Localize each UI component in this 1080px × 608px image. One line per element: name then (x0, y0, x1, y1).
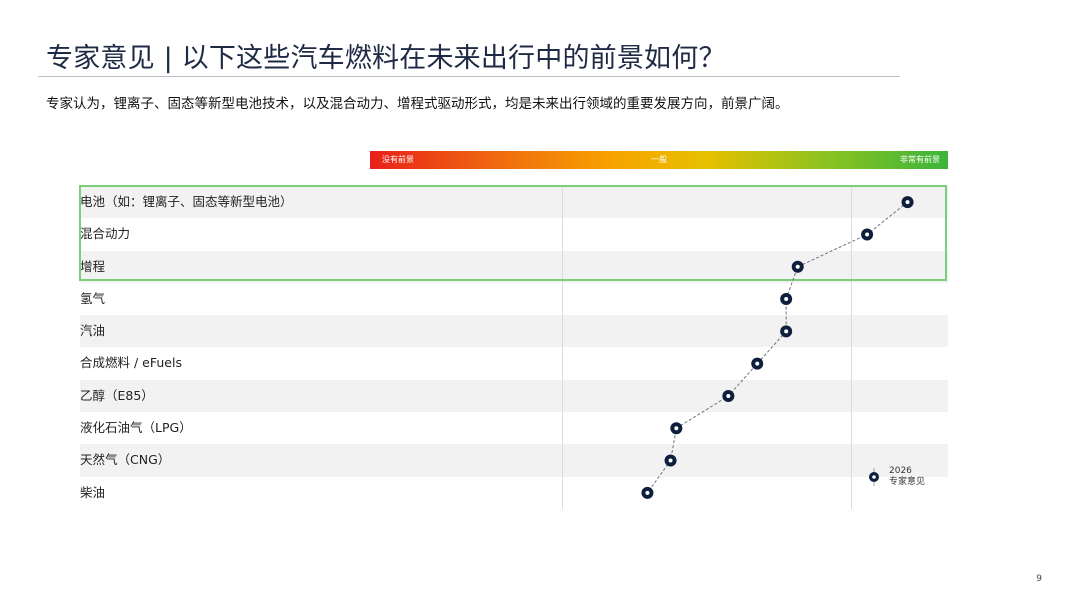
legend-marker (869, 472, 879, 482)
expert-opinion-plot (641, 196, 914, 499)
data-point (901, 196, 914, 209)
series-connector-line (647, 201, 908, 494)
data-point (641, 486, 654, 499)
data-point (780, 325, 793, 338)
data-point (722, 389, 735, 402)
legend-series-name: 专家意见 (889, 477, 926, 487)
data-point (664, 454, 677, 467)
page-number: 9 (1036, 574, 1042, 584)
data-point (861, 228, 874, 241)
data-point (791, 260, 804, 273)
data-point (751, 357, 764, 370)
data-point (670, 422, 683, 435)
legend-year: 2026 (889, 466, 912, 476)
legend-label: 2026 专家意见 (889, 466, 925, 488)
data-point (780, 293, 793, 306)
